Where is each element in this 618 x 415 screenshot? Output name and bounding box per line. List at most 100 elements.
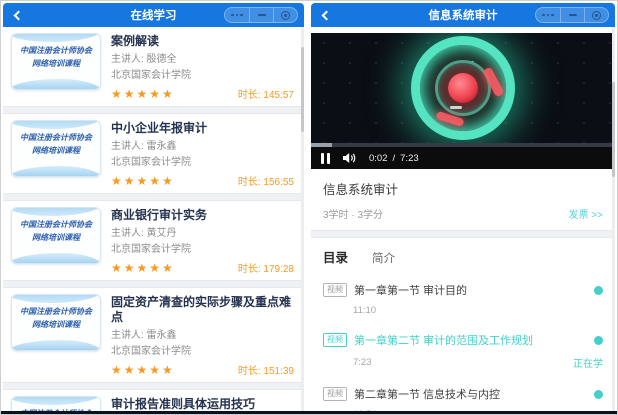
wave-decoration-bottom [11,166,101,177]
course-title: 案例解读 [111,34,294,49]
more-icon [542,14,554,17]
course-title: 固定资产清查的实际步骤及重点难点 [111,295,294,325]
scrollbar[interactable] [612,27,615,413]
exit-circle-icon [281,11,290,20]
time-separator: / [393,153,396,164]
course-title: 审计报告准则具体运用技巧 [111,397,294,412]
list-separator [3,193,304,201]
chapter-duration: 7:23 [353,357,372,368]
video-badge: 视频 [323,283,347,297]
chapter-item[interactable]: 视频 第二章第一节 信息技术与内控 16:54 [311,378,615,413]
pause-button[interactable] [321,153,330,164]
course-thumbnail: 中国注册会计师协会 网络培训课程 [11,294,101,351]
progress-dot-icon [594,390,603,399]
invoice-link[interactable]: 发票 >> [569,206,603,221]
back-button[interactable] [9,12,27,19]
volume-button[interactable] [342,152,357,164]
video-controls: 0:02 / 7:23 [311,147,615,169]
wave-decoration-bottom [11,79,101,90]
wave-decoration-top [11,207,101,216]
course-lecturer: 主讲人: 殷德全 [111,53,294,67]
miniprogram-capsule [535,7,609,23]
course-school: 北京国家会计学院 [111,69,294,83]
speaker-icon [342,152,357,164]
left-header: 在线学习 [3,3,304,27]
course-item[interactable]: 中国注册会计师协会 网络培训课程 案例解读 主讲人: 殷德全 北京国家会计学院 … [3,27,304,106]
screen-course-player: 信息系统审计 [311,3,615,413]
current-time: 0:02 [369,153,388,164]
list-separator [3,382,304,390]
rating-stars-icon: ★★★★★ [111,87,175,101]
course-info-panel: 信息系统审计 3学时 · 3学分 发票 >> [311,169,615,230]
course-school: 北京国家会计学院 [111,345,294,359]
wave-decoration-bottom [11,253,101,264]
thumbnail-course-text: 网络培训课程 [12,57,100,70]
course-duration: 时长: 156:55 [238,173,294,188]
course-school: 北京国家会计学院 [111,156,294,170]
video-progress-bar[interactable] [311,143,615,147]
close-button[interactable] [584,8,608,22]
video-progress-fill [311,143,332,147]
video-ring-graphic [411,36,515,140]
more-icon [231,14,243,17]
minimize-icon [569,14,577,16]
scrollbar-thumb[interactable] [301,47,304,132]
thumbnail-course-text: 网络培训课程 [12,318,100,331]
course-duration: 时长: 179:28 [238,260,294,275]
thumbnail-org-text: 中国注册会计师协会 [12,305,100,318]
chapter-title: 第一章第二节 审计的范围及工作规划 [354,332,587,348]
course-title: 商业银行审计实务 [111,208,294,223]
thumbnail-course-text: 网络培训课程 [12,144,100,157]
rating-stars-icon: ★★★★★ [111,363,175,377]
course-item[interactable]: 中国注册会计师协会 网络培训课程 固定资产清查的实际步骤及重点难点 主讲人: 雷… [3,288,304,382]
video-badge: 视频 [323,333,347,347]
more-button[interactable] [225,8,249,22]
screenshot-stage: 在线学习 中国注册会计师协会 网络培训课程 案例解读 主讲人: 殷德全 北京国家… [0,0,618,415]
minimize-button[interactable] [249,8,273,22]
tab-catalog[interactable]: 目录 [323,247,348,266]
wave-decoration-bottom [11,340,101,351]
wave-decoration-top [11,294,101,303]
minimize-button[interactable] [560,8,584,22]
progress-dot-icon [594,286,603,295]
video-player[interactable]: 0:02 / 7:23 [311,33,615,169]
tab-bar: 目录 简介 [311,238,615,274]
chevron-left-icon [13,10,23,20]
tab-intro[interactable]: 简介 [372,250,395,266]
rating-stars-icon: ★★★★★ [111,174,175,188]
chapter-status: 正在学 [573,355,603,370]
course-item[interactable]: 中国注册会计师协会 网络培训课程 商业银行审计实务 主讲人: 黄艾丹 北京国家会… [3,201,304,280]
course-duration: 时长: 145:57 [238,86,294,101]
course-item[interactable]: 中国注册会计师协会 网络培训课程 中小企业年报审计 主讲人: 雷永鑫 北京国家会… [3,114,304,193]
course-title: 中小企业年报审计 [111,121,294,136]
chapter-duration: 11:10 [353,305,376,316]
ring-red-core [448,73,478,103]
chapter-title: 第二章第一节 信息技术与内控 [354,386,587,402]
course-item[interactable]: 中国注册会计师协会 网络培训课程 审计报告准则具体运用技巧 主讲人: 李晓慧 北… [3,390,304,413]
close-button[interactable] [273,8,297,22]
thumbnail-org-text: 中国注册会计师协会 [12,218,100,231]
back-button[interactable] [317,12,335,19]
video-time: 0:02 / 7:23 [369,153,419,164]
scrollbar-thumb[interactable] [612,82,615,177]
wave-decoration-top [11,120,101,129]
course-lecturer: 主讲人: 黄艾丹 [111,227,294,241]
video-badge: 视频 [323,387,347,401]
chapter-item[interactable]: 视频 第一章第一节 审计目的 11:10 [311,274,615,324]
window-bottom-edge [1,411,617,414]
course-thumbnail: 中国注册会计师协会 网络培训课程 [11,120,101,177]
chapter-item-active[interactable]: 视频 第一章第二节 审计的范围及工作规划 7:23 正在学 [311,324,615,378]
total-time: 7:23 [400,153,419,164]
course-thumbnail: 中国注册会计师协会 网络培训课程 [11,207,101,264]
course-lecturer: 主讲人: 雷永鑫 [111,140,294,154]
minimize-icon [258,14,266,16]
thumbnail-org-text: 中国注册会计师协会 [12,44,100,57]
list-separator [3,280,304,288]
course-school: 北京国家会计学院 [111,243,294,257]
wave-decoration-top [11,396,101,405]
video-frame [311,33,615,143]
exit-circle-icon [592,11,601,20]
scrollbar[interactable] [301,27,304,413]
more-button[interactable] [536,8,560,22]
course-title: 信息系统审计 [323,179,603,198]
